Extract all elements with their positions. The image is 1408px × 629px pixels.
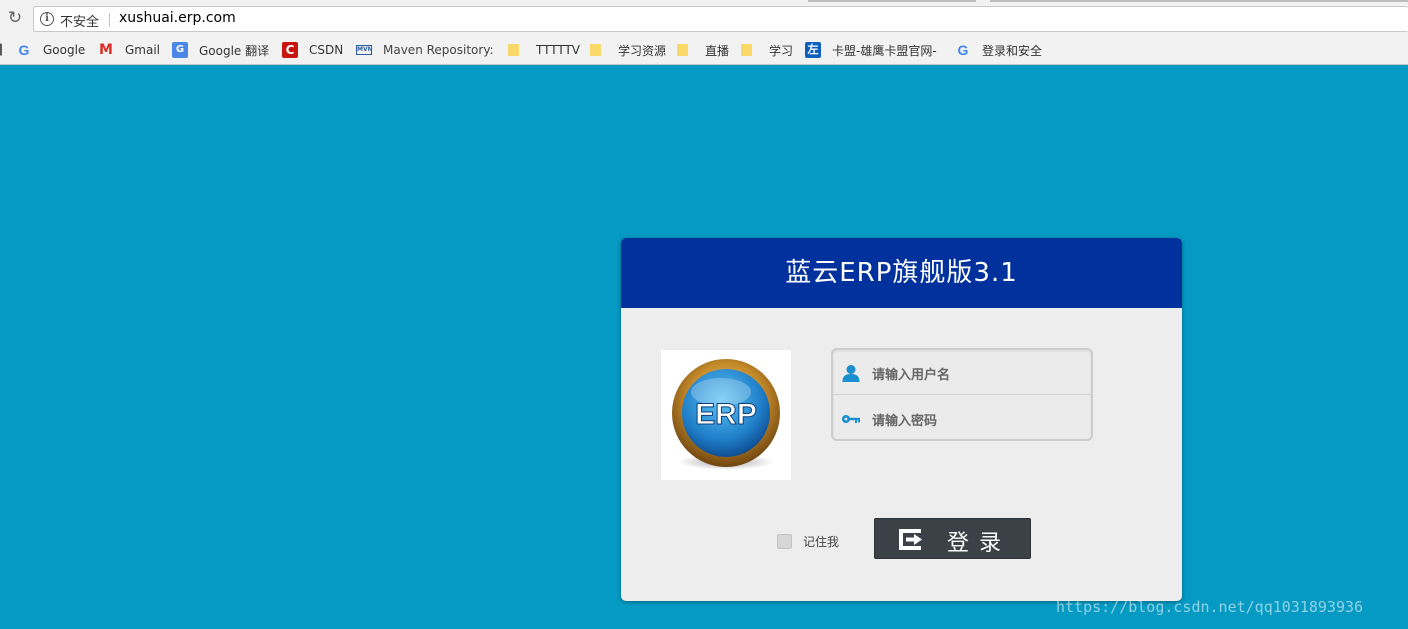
- folder-icon: [508, 44, 519, 56]
- bookmark-csdn[interactable]: C CSDN: [282, 38, 343, 62]
- bookmark-folder-live[interactable]: 直播: [677, 38, 729, 62]
- bookmark-login-security[interactable]: G 登录和安全: [955, 38, 1042, 62]
- google-icon: G: [18, 42, 30, 58]
- bookmark-maven[interactable]: MVN Maven Repository:: [356, 38, 494, 62]
- tab-strip-edge: [808, 0, 976, 2]
- watermark: https://blog.csdn.net/qq1031893936: [1056, 598, 1364, 616]
- erp-logo: ERP: [661, 350, 791, 480]
- bookmarks-bar: ▎ G Google M Gmail G Google 翻译 C CSDN MV…: [0, 38, 1408, 62]
- bookmark-label: CSDN: [309, 43, 344, 57]
- bookmark-google-translate[interactable]: G Google 翻译: [172, 38, 269, 62]
- bookmark-kameng[interactable]: 左 卡盟-雄鹰卡盟官网-: [805, 38, 937, 62]
- login-button-label: 登录: [947, 531, 1012, 556]
- bookmark-label: 登录和安全: [982, 43, 1043, 58]
- folder-icon: [590, 44, 601, 56]
- user-icon: [842, 365, 860, 382]
- address-separator: [109, 13, 110, 27]
- kameng-icon: 左: [805, 42, 821, 58]
- login-button[interactable]: 登录: [874, 518, 1031, 559]
- page-title: 蓝云ERP旗舰版3.1: [785, 258, 1018, 288]
- login-card: 蓝云ERP旗舰版3.1 ERP 请输入用户名 请输入密码 记住我 登录: [621, 238, 1182, 601]
- bookmark-label: Maven Repository:: [383, 43, 494, 57]
- remember-checkbox[interactable]: [777, 534, 792, 549]
- csdn-icon: C: [282, 42, 298, 58]
- credentials-group: 请输入用户名 请输入密码: [831, 348, 1093, 441]
- bookmark-label: TTTTTV: [536, 43, 581, 57]
- browser-chrome: ↻ i 不安全 xushuai.erp.com ▎ G Google M Gma…: [0, 0, 1408, 65]
- bookmark-folder-study-resources[interactable]: 学习资源: [590, 38, 666, 62]
- bookmark-label: Gmail: [125, 43, 161, 57]
- key-icon: [842, 415, 860, 423]
- bookmark-gmail[interactable]: M Gmail: [98, 38, 160, 62]
- tab-strip-edge: [990, 0, 1408, 2]
- bookmark-label: 卡盟-雄鹰卡盟官网-: [832, 43, 937, 58]
- bookmark-label: 学习: [769, 43, 794, 58]
- google-icon: G: [957, 42, 969, 58]
- erp-logo-icon: ERP: [672, 359, 780, 470]
- address-bar[interactable]: i 不安全 xushuai.erp.com: [33, 6, 1408, 32]
- bookmark-label: 学习资源: [618, 43, 667, 58]
- folder-icon: [741, 44, 752, 56]
- folder-icon: [677, 44, 688, 56]
- username-placeholder: 请输入用户名: [872, 368, 951, 383]
- bookmark-folder-study[interactable]: 学习: [741, 38, 793, 62]
- maven-icon: MVN: [356, 45, 373, 55]
- reload-icon[interactable]: ↻: [5, 8, 25, 28]
- bookmark-google[interactable]: G Google: [16, 38, 86, 62]
- password-field[interactable]: 请输入密码: [833, 396, 1091, 441]
- url-text[interactable]: xushuai.erp.com: [119, 10, 236, 26]
- info-icon[interactable]: i: [40, 12, 54, 26]
- gmail-icon: M: [99, 42, 113, 58]
- username-field[interactable]: 请输入用户名: [833, 350, 1091, 395]
- bookmark-label: Google: [43, 43, 86, 57]
- password-placeholder: 请输入密码: [872, 414, 938, 429]
- bookmark-label: 直播: [705, 43, 730, 58]
- logo-text: ERP: [695, 398, 757, 431]
- security-indicator[interactable]: 不安全: [60, 11, 99, 30]
- apps-icon-edge[interactable]: ▎: [0, 45, 8, 56]
- remember-label: 记住我: [803, 535, 840, 549]
- bookmark-folder-ttttv[interactable]: TTTTTV: [508, 38, 580, 62]
- remember-me[interactable]: 记住我: [777, 533, 839, 550]
- google-translate-icon: G: [172, 42, 188, 58]
- sign-in-icon: [899, 529, 922, 550]
- bookmark-label: Google 翻译: [199, 43, 270, 58]
- login-header: 蓝云ERP旗舰版3.1: [621, 238, 1182, 308]
